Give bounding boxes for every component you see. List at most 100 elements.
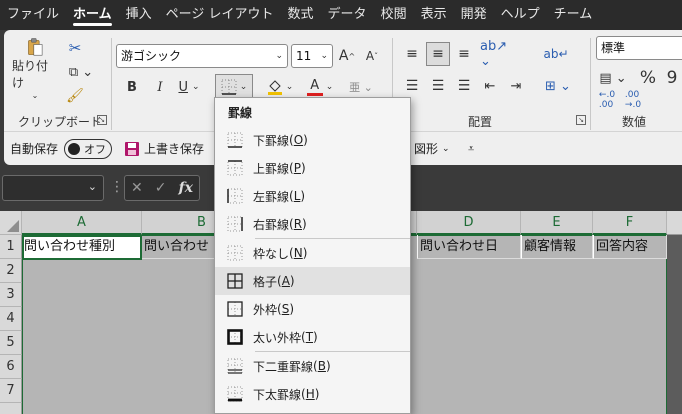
access-key: N — [293, 246, 303, 260]
align-top-button[interactable]: ≡ — [400, 42, 424, 66]
currency-format-button[interactable]: ▤ ⌄ — [596, 66, 630, 90]
cell-d1[interactable]: 問い合わせ日 — [417, 235, 521, 259]
row-header-8[interactable] — [0, 403, 22, 414]
cancel-icon[interactable]: ✕ — [131, 180, 143, 196]
save-button[interactable]: 上書き保存 — [124, 140, 204, 157]
clipboard-paste-icon — [28, 38, 43, 56]
grow-font-button[interactable]: A ^ — [337, 44, 357, 68]
align-middle-button[interactable]: ≡ — [426, 42, 450, 66]
cell-a1[interactable]: 問い合わせ種別 — [22, 235, 142, 259]
fill-color-button[interactable]: ⌄ — [262, 76, 298, 98]
cut-button[interactable]: ✂ — [64, 38, 86, 58]
underline-button[interactable]: U ⌄ — [174, 76, 204, 98]
menu-item-thick-bottom-border[interactable]: 下太罫線(H) — [215, 380, 410, 408]
row-header-7[interactable]: 7 — [0, 379, 22, 403]
border-none-icon — [227, 245, 243, 261]
menu-item-top-border[interactable]: 上罫線(P) — [215, 154, 410, 182]
select-all-button[interactable] — [0, 211, 22, 235]
cell-f1[interactable]: 回答内容 — [593, 235, 667, 259]
wrap-text-button[interactable]: ab↵ — [542, 42, 570, 66]
align-left-button[interactable]: ☰ — [400, 74, 424, 98]
menu-item-left-border[interactable]: 左罫線(L) — [215, 182, 410, 210]
tab-help[interactable]: ヘルプ — [494, 0, 547, 30]
font-color-letter: A — [310, 77, 320, 93]
percent-button[interactable]: % — [638, 66, 658, 90]
checkmark-icon[interactable]: ✓ — [155, 180, 167, 196]
tab-review[interactable]: 校閲 — [374, 0, 414, 30]
tab-developer[interactable]: 開発 — [454, 0, 494, 30]
align-right-button[interactable]: ☰ — [452, 74, 476, 98]
shrink-font-button[interactable]: Aˇ — [362, 44, 382, 68]
tab-home[interactable]: ホーム — [66, 0, 119, 30]
column-header-f[interactable]: F — [593, 211, 667, 235]
italic-button[interactable]: I — [150, 76, 170, 98]
menu-item-thick-outside-borders[interactable]: 太い外枠(T) — [215, 323, 410, 351]
number-group-label: 数値 — [622, 115, 647, 129]
phonetic-button[interactable]: 亜 ⌄ — [346, 76, 376, 98]
tab-team[interactable]: チーム — [547, 0, 600, 30]
align-bottom-icon: ≡ — [458, 46, 470, 62]
column-header-a[interactable]: A — [22, 211, 142, 235]
cell-e1[interactable]: 顧客情報 — [521, 235, 593, 259]
column-header-d[interactable]: D — [417, 211, 521, 235]
row-header-3[interactable]: 3 — [0, 283, 22, 307]
column-header-g[interactable] — [667, 211, 682, 235]
comma-style-button[interactable]: 9 — [662, 66, 682, 90]
menu-item-no-border[interactable]: 枠なし(N) — [215, 239, 410, 267]
column-header-e[interactable]: E — [521, 211, 593, 235]
decrease-decimal-button[interactable]: .00 →.0 — [622, 90, 644, 110]
font-size-select[interactable]: 11 ⌄ — [291, 44, 333, 68]
tab-page-layout[interactable]: ページ レイアウト — [159, 0, 281, 30]
tab-formulas[interactable]: 数式 — [281, 0, 321, 30]
border-double-bottom-icon — [227, 358, 243, 374]
menu-item-all-borders[interactable]: 格子(A) — [215, 267, 410, 295]
autosave-state: オフ — [84, 142, 107, 156]
border-bottom-icon — [221, 79, 237, 95]
tab-data[interactable]: データ — [321, 0, 374, 30]
menu-item-label: 下二重罫線 — [253, 359, 314, 374]
more-options-icon[interactable]: ⋮ — [110, 179, 124, 195]
menu-item-outside-borders[interactable]: 外枠(S) — [215, 295, 410, 323]
format-painter-button[interactable]: 🖌 — [64, 86, 86, 106]
alignment-launcher-icon[interactable]: ↘ — [576, 115, 586, 125]
text-orientation-icon: ab↗ ⌄ — [480, 39, 508, 69]
number-format-select[interactable]: 標準 — [596, 36, 682, 60]
autosave-toggle[interactable]: オフ — [64, 138, 113, 159]
row-header-1[interactable]: 1 — [0, 235, 22, 259]
orientation-button[interactable]: ab↗ ⌄ — [480, 39, 514, 69]
decrease-indent-button[interactable]: ⇤ — [478, 74, 502, 98]
merge-center-button[interactable]: ⊞ ⌄ — [540, 74, 576, 98]
chevron-down-icon: ⌄ — [442, 143, 450, 154]
row-header-2[interactable]: 2 — [0, 259, 22, 283]
increase-decimal-button[interactable]: ←.0.00 — [596, 90, 618, 110]
row-header-6[interactable]: 6 — [0, 355, 22, 379]
access-key: T — [305, 330, 314, 344]
access-key: L — [293, 189, 301, 203]
clipboard-launcher-icon[interactable]: ↘ — [97, 115, 107, 125]
menu-item-bottom-border[interactable]: 下罫線(O) — [215, 126, 410, 154]
font-name-select[interactable]: 游ゴシック ⌄ — [116, 44, 288, 68]
font-color-button[interactable]: A ⌄ — [302, 76, 338, 98]
paste-button[interactable]: 貼り付け ⌄ — [12, 38, 58, 100]
customize-toolbar-icon[interactable]: ⩡ — [468, 142, 474, 156]
name-box[interactable]: ⌄ — [2, 175, 104, 201]
access-key: A — [281, 274, 290, 288]
increase-indent-button[interactable]: ⇥ — [504, 74, 528, 98]
align-left-icon: ☰ — [405, 78, 419, 94]
copy-button[interactable]: ⧉ ⌄ — [64, 62, 98, 82]
align-center-button[interactable]: ☰ — [426, 74, 450, 98]
menu-item-double-bottom-border[interactable]: 下二重罫線(B) — [215, 352, 410, 380]
chevron-down-icon: ⌄ — [320, 51, 328, 61]
bold-button[interactable]: B — [122, 76, 142, 98]
tab-file[interactable]: ファイル — [0, 0, 66, 30]
shapes-button[interactable]: 図形 ⌄ — [414, 140, 450, 157]
tab-insert[interactable]: 挿入 — [119, 0, 159, 30]
access-key: B — [317, 359, 326, 373]
row-header-4[interactable]: 4 — [0, 307, 22, 331]
menu-item-label: 太い外枠 — [253, 330, 302, 345]
tab-view[interactable]: 表示 — [414, 0, 454, 30]
insert-function-icon[interactable]: fx — [179, 180, 193, 196]
align-bottom-button[interactable]: ≡ — [452, 42, 476, 66]
row-header-5[interactable]: 5 — [0, 331, 22, 355]
menu-item-right-border[interactable]: 右罫線(R) — [215, 210, 410, 238]
